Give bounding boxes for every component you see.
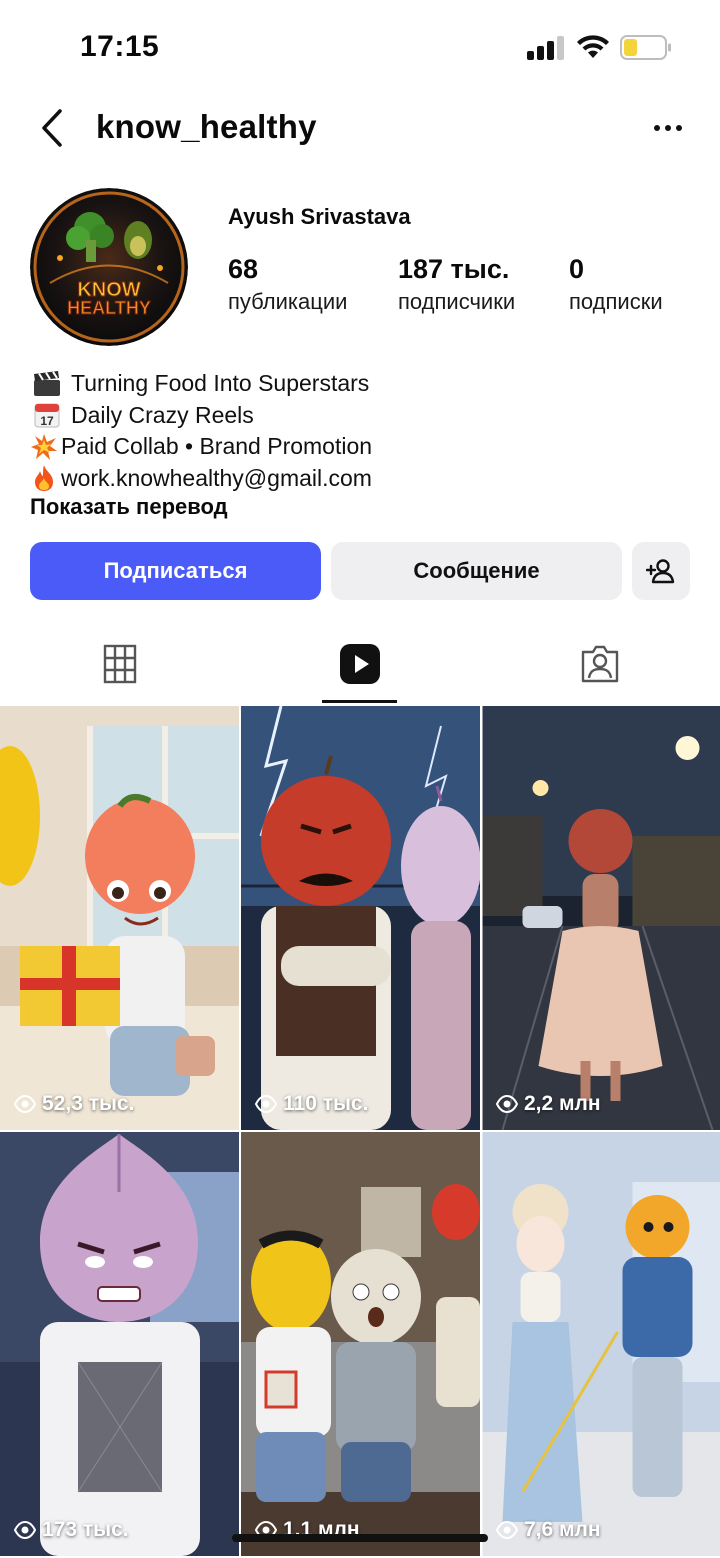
posts-count-label: публикации: [228, 289, 348, 314]
posts-count-value: 68: [228, 254, 259, 284]
svg-text:17: 17: [40, 414, 54, 428]
active-tab-indicator: [322, 700, 397, 703]
calendar-icon: 17: [30, 401, 64, 429]
reel-view-count: 173 тыс.: [14, 1518, 129, 1542]
reel-tile[interactable]: 52,3 тыс.: [0, 706, 239, 1130]
bio-email-link[interactable]: work.knowhealthy@gmail.com: [61, 465, 372, 492]
collision-icon: [30, 433, 58, 461]
bio-line: Paid Collab • Brand Promotion: [30, 431, 690, 463]
reel-view-count-text: 110 тыс.: [283, 1092, 369, 1115]
reel-view-count: 110 тыс.: [255, 1092, 368, 1116]
reel-thumbnail: [0, 1132, 239, 1556]
cellular-signal-icon: [527, 36, 565, 60]
reel-view-count: 52,3 тыс.: [14, 1092, 134, 1116]
back-button[interactable]: [30, 104, 74, 152]
tab-reels[interactable]: [240, 622, 480, 706]
grid-icon: [103, 644, 137, 684]
profile-avatar[interactable]: KNOW HEALTHY: [30, 188, 188, 346]
reel-view-count-text: 7,6 млн: [524, 1518, 601, 1541]
reel-view-count-text: 173 тыс.: [42, 1518, 129, 1541]
chevron-left-icon: [42, 109, 62, 147]
reel-view-count-text: 52,3 тыс.: [42, 1092, 135, 1115]
avatar-image: KNOW HEALTHY: [30, 188, 188, 346]
profile-bio: Turning Food Into Superstars 17 Daily Cr…: [30, 368, 690, 494]
reel-tile[interactable]: 173 тыс.: [0, 1132, 239, 1556]
wifi-icon: [577, 35, 609, 58]
reel-view-count-text: 2,2 млн: [524, 1092, 601, 1115]
play-views-icon: [496, 1521, 518, 1539]
follow-button[interactable]: Подписаться: [30, 542, 321, 600]
more-dot-icon: [654, 125, 660, 131]
reel-tile[interactable]: 7,6 млн: [482, 1132, 720, 1556]
reel-thumbnail: [482, 1132, 720, 1556]
reel-view-count: 7,6 млн: [496, 1518, 601, 1542]
profile-header: know_healthy: [0, 96, 720, 160]
more-options-button[interactable]: [644, 108, 692, 148]
bio-line: work.knowhealthy@gmail.com: [30, 463, 690, 495]
reel-tile[interactable]: 110 тыс.: [241, 706, 480, 1130]
bio-line: Turning Food Into Superstars: [30, 368, 690, 400]
reel-thumbnail: [241, 1132, 480, 1556]
profile-tabs: [0, 622, 720, 706]
bio-text: Turning Food Into Superstars: [71, 370, 370, 397]
suggest-people-button[interactable]: [632, 542, 690, 600]
reel-view-count: 2,2 млн: [496, 1092, 601, 1116]
reel-thumbnail: [241, 706, 480, 1130]
show-translation-link[interactable]: Показать перевод: [30, 494, 228, 520]
tab-posts-grid[interactable]: [0, 622, 240, 706]
battery-icon: [620, 35, 671, 60]
play-views-icon: [14, 1521, 36, 1539]
bio-line: 17 Daily Crazy Reels: [30, 400, 690, 432]
more-dot-icon: [676, 125, 682, 131]
reel-tile[interactable]: 2,2 млн: [482, 706, 720, 1130]
bio-text: Paid Collab • Brand Promotion: [61, 433, 373, 460]
following-count-label: подписки: [569, 289, 663, 314]
clapper-board-icon: [30, 370, 64, 398]
more-dot-icon: [665, 125, 671, 131]
svg-text:HEALTHY: HEALTHY: [67, 298, 151, 318]
bio-text: Daily Crazy Reels: [71, 401, 254, 428]
play-views-icon: [255, 1095, 277, 1113]
reels-icon: [340, 644, 380, 684]
following-count-value: 0: [569, 254, 585, 284]
followers-count-value: 187 тыс.: [398, 254, 510, 284]
tagged-person-icon: [581, 645, 619, 683]
fire-icon: [30, 464, 58, 492]
profile-display-name: Ayush Srivastava: [228, 204, 411, 229]
play-views-icon: [496, 1095, 518, 1113]
home-indicator[interactable]: [232, 1534, 488, 1542]
followers-count-label: подписчики: [398, 289, 516, 314]
add-person-icon: [646, 559, 675, 584]
play-views-icon: [14, 1095, 36, 1113]
reel-thumbnail: [482, 706, 720, 1130]
following-count[interactable]: 0 подписки: [569, 254, 663, 315]
status-bar: 17:15: [0, 0, 720, 96]
reel-thumbnail: [0, 706, 239, 1130]
profile-username: know_healthy: [96, 108, 317, 145]
tab-tagged[interactable]: [480, 622, 720, 706]
followers-count[interactable]: 187 тыс. подписчики: [398, 254, 515, 315]
message-button[interactable]: Сообщение: [331, 542, 622, 600]
posts-count: 68 публикации: [228, 254, 347, 315]
status-time: 17:15: [80, 30, 160, 63]
reel-tile[interactable]: 1,1 млн: [241, 1132, 480, 1556]
